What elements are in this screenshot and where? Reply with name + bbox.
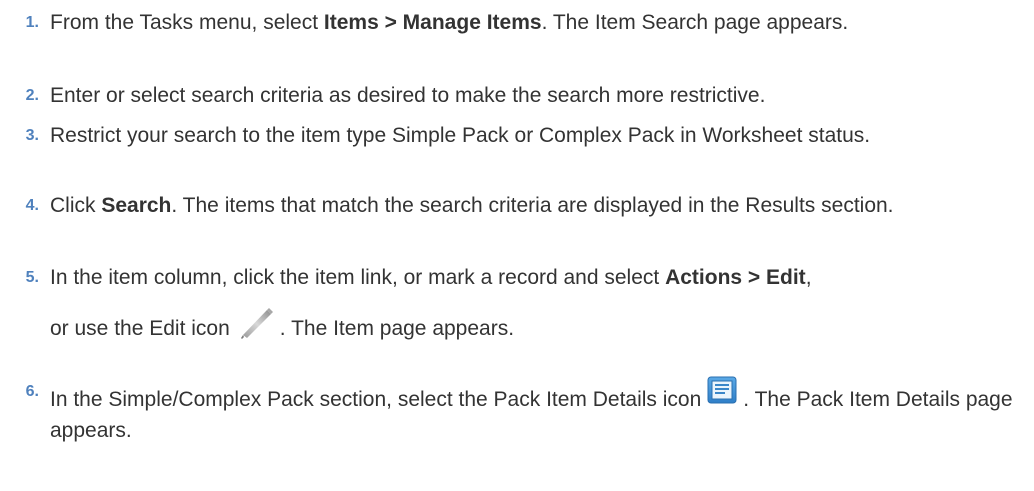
step-number: 6. [25,383,39,400]
step-text-part: or use the Edit icon [50,317,230,340]
step-text: From the Tasks menu, select Items > Mana… [50,7,1034,38]
step-text: In the Simple/Complex Pack section, sele… [50,376,1034,446]
step-text: Restrict your search to the item type Si… [50,124,871,147]
step-text-part: . The items that match the search criter… [171,194,894,217]
step-number: 3. [25,127,39,144]
step-6: 6. In the Simple/Complex Pack section, s… [0,376,1034,446]
menu-path: Actions > Edit [665,266,806,289]
step-5: 5. In the item column, click the item li… [0,262,1034,344]
step-4: 4. Click Search. The items that match th… [0,190,1034,221]
step-text-part: , [805,266,812,289]
pencil-icon [240,308,273,339]
step-text: Click Search. The items that match the s… [50,190,1034,221]
step-3: 3. Restrict your search to the item type… [0,120,1034,151]
details-icon [707,376,737,404]
button-name: Search [101,194,172,217]
step-number: 2. [25,87,39,104]
step-number: 5. [25,269,39,286]
step-text-part: Click [50,194,102,217]
step-text-part: In the Simple/Complex Pack section, sele… [50,388,702,411]
step-text-line: In the Simple/Complex Pack section, sele… [50,376,1034,446]
step-text-part: . The Item page appears. [279,317,515,340]
menu-path: Items > Manage Items [323,11,542,34]
step-number: 1. [25,14,39,31]
step-number: 4. [25,197,39,214]
step-text: In the item column, click the item link,… [50,262,1034,344]
step-text-line: or use the Edit icon . The Item page app… [50,307,1034,344]
step-1: 1. From the Tasks menu, select Items > M… [0,7,1034,38]
step-2: 2. Enter or select search criteria as de… [0,80,1034,111]
step-text-part: . The Item Search page appears. [541,11,849,34]
step-text-part: In the item column, click the item link,… [50,266,666,289]
step-text: Enter or select search criteria as desir… [50,84,766,107]
step-text-part: From the Tasks menu, select [50,11,324,34]
